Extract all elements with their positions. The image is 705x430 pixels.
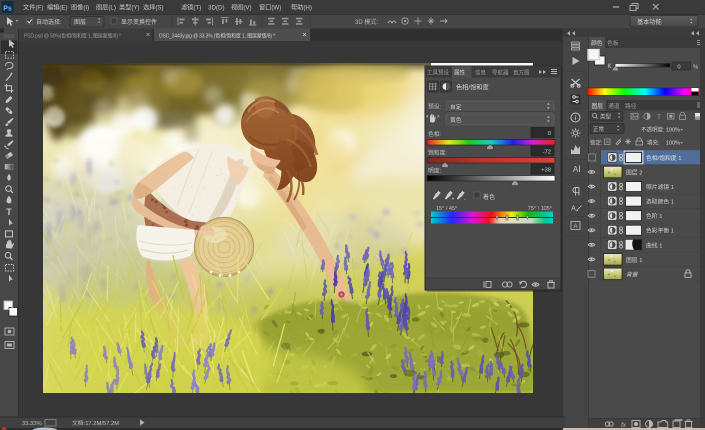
svg-text:曲线 1: 曲线 1 — [646, 241, 662, 249]
svg-text:100%: 100% — [666, 141, 680, 147]
svg-text:通道: 通道 — [608, 102, 620, 110]
svg-text:照片滤镜 1: 照片滤镜 1 — [646, 183, 674, 191]
svg-text:K: K — [608, 64, 612, 70]
svg-text:图像(I): 图像(I) — [71, 4, 89, 12]
svg-text:色板: 色板 — [607, 39, 619, 47]
svg-text:路径: 路径 — [625, 102, 637, 110]
svg-text:%: % — [693, 65, 698, 71]
svg-text:导航器: 导航器 — [492, 69, 509, 77]
svg-text:3D 模式:: 3D 模式: — [355, 18, 378, 26]
svg-text:视图(V): 视图(V) — [231, 4, 252, 12]
svg-text:饱和度:: 饱和度: — [428, 149, 447, 157]
svg-text:75° \ 105°: 75° \ 105° — [528, 206, 552, 212]
svg-text:信息: 信息 — [475, 69, 487, 77]
svg-text:窗口(W): 窗口(W) — [259, 4, 281, 12]
svg-text:背景: 背景 — [626, 271, 639, 278]
svg-text:基本功能: 基本功能 — [637, 18, 662, 26]
svg-text:正常: 正常 — [593, 125, 605, 133]
svg-text:A: A — [573, 224, 577, 230]
svg-text:直方图: 直方图 — [513, 69, 530, 77]
svg-text:图层: 图层 — [74, 19, 86, 26]
svg-text:预设:: 预设: — [428, 103, 442, 111]
svg-text:T: T — [657, 114, 661, 121]
svg-text:A: A — [573, 165, 579, 174]
svg-text:色相/饱和度: 色相/饱和度 — [456, 84, 489, 92]
svg-text:工具预设: 工具预设 — [427, 69, 450, 77]
svg-text:T: T — [6, 207, 12, 217]
svg-text:33.33%: 33.33% — [22, 421, 42, 427]
svg-text:色阶 1: 色阶 1 — [646, 212, 662, 220]
svg-text:-72: -72 — [543, 150, 551, 156]
svg-text:选择(S): 选择(S) — [143, 4, 164, 12]
svg-text:锁定:: 锁定: — [590, 139, 603, 147]
svg-text:文档:17.2M/57.2M: 文档:17.2M/57.2M — [72, 419, 119, 427]
svg-text:选取颜色 1: 选取颜色 1 — [646, 198, 674, 206]
svg-text:明度:: 明度: — [428, 167, 442, 175]
svg-text:帮助(H): 帮助(H) — [291, 4, 312, 12]
svg-text:文件(F): 文件(F) — [23, 4, 43, 12]
svg-text:填充:: 填充: — [647, 139, 660, 147]
svg-text:15° / 45°: 15° / 45° — [436, 206, 457, 212]
svg-text:显示变换控件: 显示变换控件 — [121, 18, 157, 26]
svg-text:+38: +38 — [541, 168, 551, 174]
svg-text:类型: 类型 — [600, 113, 612, 121]
svg-text:+: + — [452, 197, 455, 203]
svg-text:不透明度:: 不透明度: — [641, 126, 665, 134]
svg-text:色彩平衡 1: 色彩平衡 1 — [646, 227, 674, 235]
svg-text:3D(D): 3D(D) — [208, 5, 225, 12]
svg-text:PSD.psd @ 50%(色相/饱和度 1, 图层蒙版/8: PSD.psd @ 50%(色相/饱和度 1, 图层蒙版/8) * — [24, 33, 121, 40]
svg-text:图层(L): 图层(L) — [96, 5, 116, 12]
svg-text:图层 1: 图层 1 — [626, 256, 642, 264]
svg-text:Ps: Ps — [3, 6, 12, 13]
svg-text:属性: 属性 — [454, 69, 466, 77]
svg-text:编辑(E): 编辑(E) — [47, 4, 68, 12]
svg-text:图层: 图层 — [592, 102, 604, 110]
svg-text:自定: 自定 — [450, 103, 462, 111]
svg-text:色相:: 色相: — [428, 130, 442, 138]
svg-text:图层 2: 图层 2 — [626, 169, 642, 177]
svg-text:100%: 100% — [666, 128, 680, 134]
svg-text:色相/饱和度 1: 色相/饱和度 1 — [646, 154, 681, 162]
svg-text:DSC_3443y.jpg @ 33.3% (色相/饱和度: DSC_3443y.jpg @ 33.3% (色相/饱和度 1, 图层蒙版/8)… — [159, 33, 275, 40]
svg-text:0: 0 — [548, 131, 551, 137]
svg-text:fx: fx — [621, 422, 627, 429]
svg-text:类型(Y): 类型(Y) — [119, 4, 140, 12]
svg-text:颜色: 颜色 — [591, 39, 603, 47]
svg-text:A: A — [571, 206, 576, 213]
svg-text:黄色: 黄色 — [450, 116, 462, 124]
svg-text:滤镜(T): 滤镜(T) — [181, 4, 201, 12]
svg-text:着色: 着色 — [483, 193, 495, 201]
svg-text:0: 0 — [677, 65, 680, 71]
svg-text:自动选择:: 自动选择: — [36, 18, 62, 26]
